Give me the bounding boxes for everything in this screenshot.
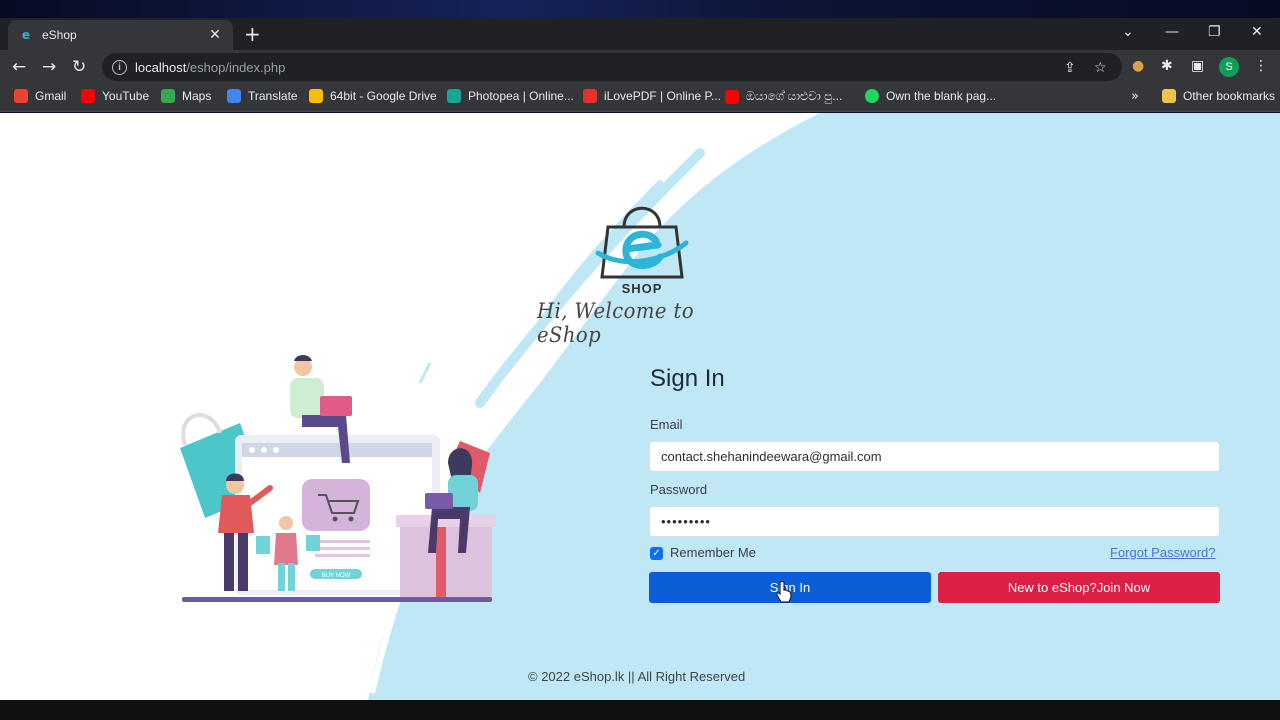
remember-me-label[interactable]: Remember Me (670, 545, 756, 560)
hand-cursor-icon (776, 581, 792, 603)
bookmark-label: Own the blank pag... (886, 89, 997, 103)
minimize-icon[interactable]: — (1165, 24, 1179, 40)
bookmark-google-drive[interactable]: 64bit - Google Drive (309, 89, 437, 103)
spotify-icon (865, 89, 879, 103)
email-input[interactable] (649, 441, 1220, 472)
bookmark-label: Other bookmarks (1183, 89, 1276, 103)
bookmark-label: 64bit - Google Drive (330, 89, 437, 103)
other-bookmarks[interactable]: Other bookmarks (1162, 89, 1275, 103)
bookmark-translate[interactable]: Translate (227, 89, 298, 103)
cookie-extension-icon[interactable]: ● (1132, 58, 1144, 74)
bookmark-label: Gmail (35, 89, 67, 103)
more-bookmarks-icon[interactable]: » (1131, 89, 1139, 104)
footer-copyright: © 2022 eShop.lk || All Right Reserved (528, 669, 746, 684)
bookmark-gmail[interactable]: Gmail (14, 89, 66, 103)
eshop-logo: SHOP (595, 206, 689, 296)
bookmark-label: iLovePDF | Online P... (604, 89, 721, 103)
google-drive-icon (309, 89, 323, 103)
bookmark-star-icon[interactable]: ☆ (1094, 60, 1107, 76)
forward-icon[interactable]: → (42, 57, 56, 77)
site-info-icon[interactable]: i (112, 59, 127, 75)
side-panel-icon[interactable]: ▣ (1191, 58, 1204, 74)
new-tab-icon[interactable]: + (244, 24, 261, 44)
ilovepdf-icon (583, 89, 597, 103)
translate-icon (227, 89, 241, 103)
restore-icon[interactable]: ❐ (1208, 24, 1221, 40)
screen: e eShop ✕ + ⌄ — ❐ ✕ ← → ↻ i localhost/es… (0, 0, 1280, 720)
back-icon[interactable]: ← (12, 57, 26, 77)
folder-icon (1162, 89, 1176, 103)
bookmark-label: YouTube (102, 89, 150, 103)
illustration-buy-now-text: BUY NOW (322, 573, 351, 579)
photopea-icon (447, 89, 461, 103)
bookmark-photopea[interactable]: Photopea | Online... (447, 89, 574, 103)
email-label: Email (650, 417, 683, 432)
eshop-favicon-icon: e (21, 28, 31, 42)
bookmark-label: Photopea | Online... (468, 89, 574, 103)
remember-me-checkbox[interactable]: ✓ (650, 547, 663, 560)
chrome-menu-icon[interactable]: ⋮ (1254, 58, 1268, 74)
bookmark-label: ඔයාගේ යාළුවා පු... (746, 89, 843, 103)
password-label: Password (650, 482, 708, 497)
browser-toolbar: ← → ↻ i localhost/eshop/index.php ⇪ ☆ ● … (0, 50, 1280, 84)
desktop-wallpaper-strip (0, 0, 1280, 18)
bookmark-label: Maps (182, 89, 212, 103)
tab-eshop[interactable]: e eShop ✕ (8, 20, 233, 50)
maps-icon (161, 89, 175, 103)
share-icon[interactable]: ⇪ (1064, 60, 1076, 76)
reload-icon[interactable]: ↻ (72, 57, 86, 77)
tab-close-icon[interactable]: ✕ (207, 27, 223, 43)
tab-search-icon[interactable]: ⌄ (1122, 24, 1134, 40)
profile-avatar[interactable]: S (1219, 57, 1239, 77)
bottom-letterbox (0, 700, 1280, 720)
bookmark-own-the-blank-page[interactable]: Own the blank pag... (865, 89, 996, 103)
youtube-icon (725, 89, 739, 104)
bookmark-youtube[interactable]: YouTube (81, 89, 149, 103)
address-bar[interactable]: i localhost/eshop/index.php ⇪ ☆ (102, 53, 1122, 81)
welcome-heading: Hi, Welcome to eShop (537, 299, 695, 347)
eshop-signin-page: SHOP Hi, Welcome to eShop BUY NOW Sign I… (0, 113, 1280, 700)
bookmark-sinhala-video[interactable]: ඔයාගේ යාළුවා පු... (725, 89, 842, 104)
forgot-password-link[interactable]: Forgot Password? (1110, 545, 1216, 560)
tab-title: eShop (42, 28, 77, 42)
bookmark-maps[interactable]: Maps (161, 89, 211, 103)
shopping-illustration: BUY NOW (180, 355, 496, 602)
bookmarks-bar: Gmail YouTube Maps Translate 64bit - Goo… (0, 84, 1280, 112)
extensions-puzzle-icon[interactable]: ✱ (1161, 58, 1173, 74)
bookmark-label: Translate (248, 89, 298, 103)
url-host: localhost (135, 59, 187, 75)
join-now-button[interactable]: New to eShop?Join Now (938, 572, 1220, 603)
logo-text: SHOP (622, 281, 663, 296)
window-close-icon[interactable]: ✕ (1251, 24, 1263, 40)
browser-titlebar: e eShop ✕ + ⌄ — ❐ ✕ (0, 18, 1280, 50)
youtube-icon (81, 89, 95, 103)
url-path: /eshop/index.php (186, 59, 286, 75)
gmail-icon (14, 89, 28, 103)
bookmark-ilovepdf[interactable]: iLovePDF | Online P... (583, 89, 721, 103)
signin-title: Sign In (650, 365, 725, 392)
password-input[interactable] (649, 506, 1220, 537)
